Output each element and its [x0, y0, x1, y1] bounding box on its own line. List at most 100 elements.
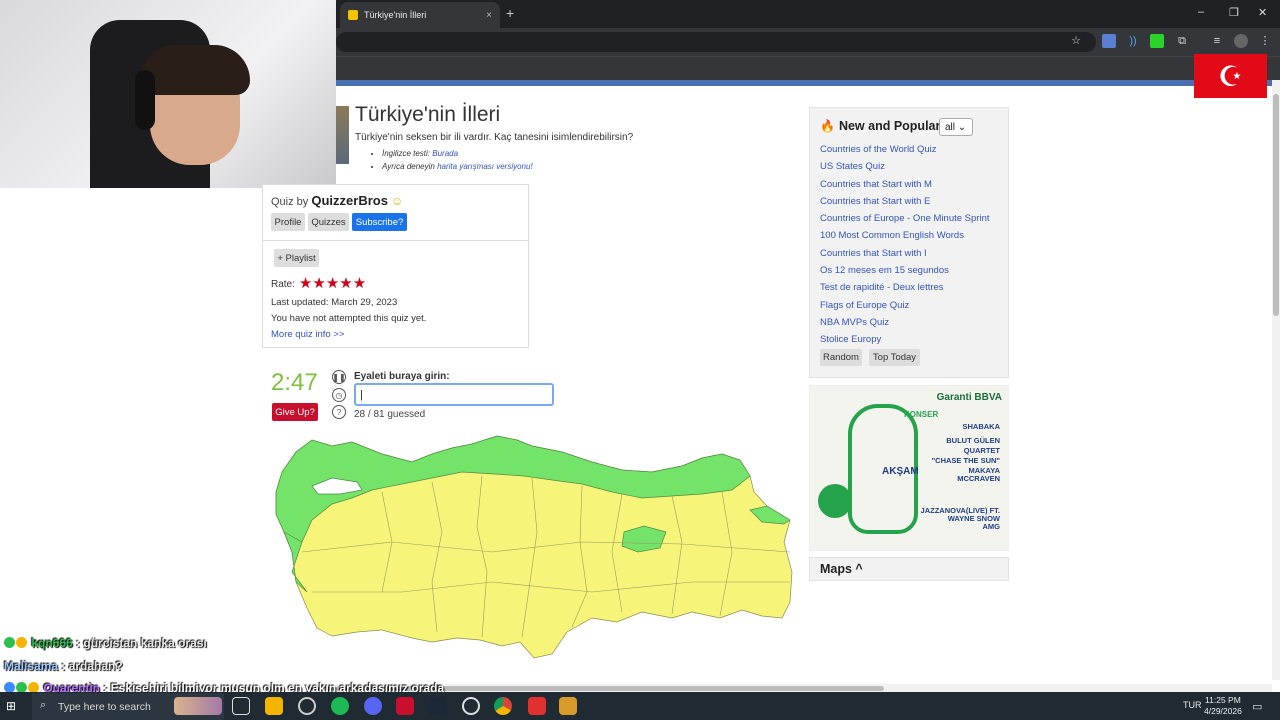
webcam-overlay	[0, 0, 336, 188]
taskbar-widget-icon[interactable]	[174, 697, 222, 715]
maps-section-toggle[interactable]: Maps ^	[809, 557, 1009, 581]
popular-quiz-link[interactable]: Countries of Europe - One Minute Sprint	[820, 210, 990, 227]
menu-kebab-icon[interactable]: ⋮	[1258, 34, 1272, 48]
chat-message: kqn666 : gürcistan kanka orası	[4, 636, 207, 650]
popular-quiz-link[interactable]: US States Quiz	[820, 158, 990, 175]
streamer-hair	[140, 45, 250, 95]
subscribe-button[interactable]: Subscribe?	[352, 213, 407, 231]
author-name[interactable]: QuizzerBros	[311, 193, 388, 208]
countdown-timer: 2:47	[271, 369, 318, 396]
popular-quiz-link[interactable]: Test de rapidité - Deux lettres	[820, 279, 990, 296]
app-red-icon[interactable]	[528, 697, 546, 715]
chat-username: Malisama	[4, 659, 59, 673]
maximize-button[interactable]: ❐	[1229, 6, 1239, 19]
top-today-button[interactable]: Top Today	[869, 349, 920, 366]
answer-input[interactable]	[354, 383, 554, 406]
ad-brand: Garanti BBVA	[936, 392, 1002, 403]
rating-star-icon[interactable]: ★	[339, 275, 352, 292]
popular-quiz-link[interactable]: Stolice Europy	[820, 331, 990, 348]
media-controls-icon[interactable]: ≡	[1210, 34, 1224, 48]
rating-star-icon[interactable]: ★	[353, 275, 366, 292]
file-explorer-icon[interactable]	[265, 697, 283, 715]
app-orange-icon[interactable]	[559, 697, 577, 715]
give-up-button[interactable]: Give Up?	[272, 403, 318, 421]
language-indicator[interactable]: TUR	[1183, 700, 1202, 710]
translate-icon[interactable]	[1102, 34, 1116, 48]
windows-start-icon[interactable]: ⊞	[6, 699, 20, 713]
help-icon[interactable]: ?	[332, 405, 346, 419]
clock-date: 4/29/2026	[1204, 706, 1242, 716]
profile-avatar-icon[interactable]	[1234, 34, 1248, 48]
page-subtitle: Türkiye'nin seksen bir ili vardır. Kaç t…	[355, 132, 634, 143]
map-quiz-link[interactable]: harita yarışması versiyonu!	[437, 162, 533, 171]
steam-icon[interactable]	[429, 697, 447, 715]
close-window-button[interactable]: ✕	[1258, 6, 1267, 19]
rating-star-icon[interactable]: ★	[299, 275, 312, 292]
filter-select[interactable]: all ⌄	[939, 118, 973, 136]
rating: Rate: ★★★★★	[271, 275, 366, 292]
popular-quiz-link[interactable]: 100 Most Common English Words	[820, 227, 990, 244]
popular-quiz-link[interactable]: Countries that Start with E	[820, 193, 990, 210]
popular-quiz-link[interactable]: NBA MVPs Quiz	[820, 314, 990, 331]
ad-konser: KONSER	[904, 410, 939, 419]
pause-icon[interactable]: ❚❚	[332, 370, 346, 384]
spotify-icon[interactable]	[331, 697, 349, 715]
minimize-button[interactable]: –	[1198, 6, 1204, 18]
popular-quiz-link[interactable]: Countries that Start with M	[820, 176, 990, 193]
chat-text: : gürcistan kanka orası	[72, 636, 207, 650]
new-tab-button[interactable]: +	[506, 5, 514, 21]
add-playlist-button[interactable]: + Playlist	[274, 249, 319, 267]
panel-title: New and Popular	[838, 119, 941, 133]
app-icon[interactable]	[298, 697, 316, 715]
filter-value: all	[945, 121, 956, 133]
task-view-icon[interactable]	[232, 697, 250, 715]
extension-k-icon[interactable]	[1150, 34, 1164, 48]
divider	[263, 240, 528, 241]
chat-username: kqn666	[31, 636, 73, 650]
smiley-icon: ☺	[391, 194, 404, 208]
advertisement[interactable]: Garanti BBVA KONSER AKŞAM SHABAKA BULUT G…	[809, 385, 1009, 551]
browser-tab[interactable]: Türkiye'nin İlleri ×	[340, 2, 500, 28]
discord-icon[interactable]	[364, 697, 382, 715]
popular-quiz-link[interactable]: Os 12 meses em 15 segundos	[820, 262, 990, 279]
rating-star-icon[interactable]: ★	[326, 275, 339, 292]
chat-badge-icon	[16, 637, 27, 648]
popular-quiz-link[interactable]: Flags of Europe Quiz	[820, 297, 990, 314]
bookmark-star-icon[interactable]: ☆	[1069, 34, 1083, 48]
chat-badge-icon	[4, 637, 15, 648]
address-bar[interactable]	[336, 32, 1096, 52]
chrome-icon[interactable]	[494, 697, 512, 715]
chat-message: Malisama : ardahan?	[4, 659, 123, 673]
search-icon: ⌕	[40, 699, 47, 711]
turkey-provinces-map[interactable]	[262, 432, 794, 660]
ad-lineup-line: "CHASE THE SUN"	[931, 456, 1000, 465]
vertical-scroll-thumb[interactable]	[1273, 94, 1279, 316]
random-button[interactable]: Random	[820, 349, 862, 366]
clock-icon[interactable]: ◷	[332, 388, 346, 402]
popular-quiz-link[interactable]: Countries that Start with I	[820, 245, 990, 262]
chat-text: : ardahan?	[58, 659, 123, 673]
info-bullets: İngilizce testi: Burada Ayrıca deneyin h…	[382, 149, 533, 175]
obs-icon[interactable]	[462, 697, 480, 715]
rating-stars: ★★★★★	[299, 275, 366, 292]
page-title: Türkiye'nin İlleri	[355, 103, 501, 126]
taskbar-clock[interactable]: 11:25 PM 4/29/2026	[1204, 695, 1242, 717]
more-info-link[interactable]: More quiz info >>	[271, 329, 344, 340]
extensions-puzzle-icon[interactable]: ⧉	[1175, 34, 1189, 48]
new-and-popular-panel: 🔥 New and Popular all ⌄ Countries of the…	[809, 107, 1009, 378]
notifications-icon[interactable]: ▭	[1252, 700, 1262, 713]
attempt-status: You have not attempted this quiz yet.	[271, 313, 427, 324]
extension-icon[interactable]: ))	[1126, 34, 1140, 48]
english-quiz-link[interactable]: Burada	[432, 149, 458, 158]
profile-button[interactable]: Profile	[271, 213, 305, 231]
last-updated: Last updated: March 29, 2023	[271, 297, 398, 308]
ad-lineup-line: QUARTET	[963, 446, 1000, 455]
tab-close-icon[interactable]: ×	[486, 10, 492, 21]
panel-heading: 🔥 New and Popular	[820, 119, 940, 133]
popular-quiz-link[interactable]: Countries of the World Quiz	[820, 141, 990, 158]
voicemeeter-icon[interactable]	[396, 697, 414, 715]
ad-lineup-line: AMG	[982, 522, 1001, 531]
rating-star-icon[interactable]: ★	[312, 275, 325, 292]
quizzes-button[interactable]: Quizzes	[308, 213, 349, 231]
bullet-text: Ayrıca deneyin	[382, 162, 438, 171]
